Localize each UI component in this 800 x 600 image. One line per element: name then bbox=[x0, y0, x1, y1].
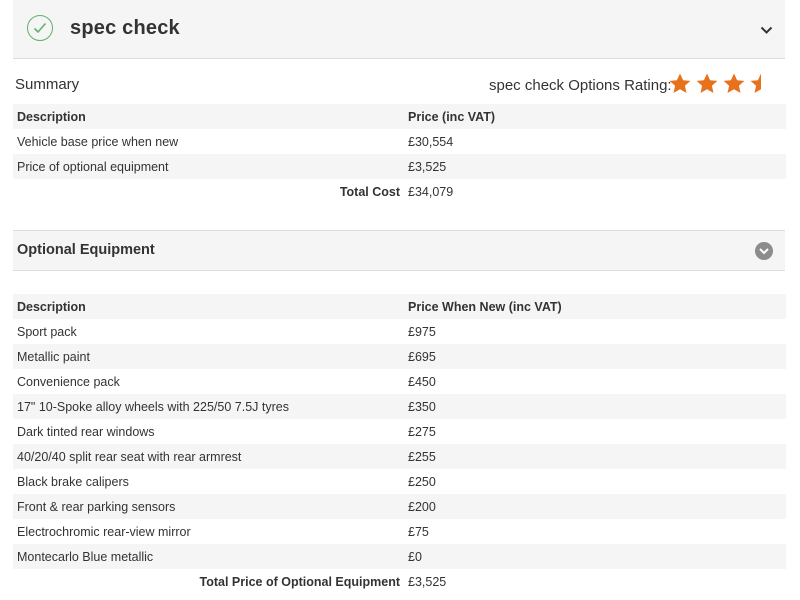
table-row: Sport pack £975 bbox=[13, 319, 786, 344]
table-row: Electrochromic rear-view mirror £75 bbox=[13, 519, 786, 544]
row-price: £75 bbox=[408, 524, 429, 539]
table-row: 17" 10-Spoke alloy wheels with 225/50 7.… bbox=[13, 394, 786, 419]
row-price: £250 bbox=[408, 474, 436, 489]
row-description: Front & rear parking sensors bbox=[13, 494, 404, 519]
table-row: Black brake calipers £250 bbox=[13, 469, 786, 494]
column-header-description: Description bbox=[13, 294, 404, 319]
row-description: Dark tinted rear windows bbox=[17, 424, 155, 439]
row-description: Montecarlo Blue metallic bbox=[13, 544, 404, 569]
row-description: Price of optional equipment bbox=[13, 154, 404, 179]
column-header-price: Price (inc VAT) bbox=[404, 104, 786, 129]
total-cost-value: £34,079 bbox=[408, 184, 454, 199]
star-rating bbox=[668, 72, 776, 98]
row-price: £200 bbox=[404, 494, 786, 519]
star-icon bbox=[723, 73, 745, 93]
row-description: Electrochromic rear-view mirror bbox=[17, 524, 191, 539]
chevron-down-icon[interactable] bbox=[760, 22, 773, 40]
summary-label: Summary bbox=[15, 76, 80, 93]
chevron-down-circle-icon[interactable] bbox=[755, 242, 773, 260]
rating-label: spec check Options Rating: bbox=[489, 77, 672, 94]
spec-check-header[interactable]: spec check bbox=[13, 0, 785, 59]
row-description: Convenience pack bbox=[17, 374, 120, 389]
row-price: £450 bbox=[408, 374, 436, 389]
table-row: Dark tinted rear windows £275 bbox=[13, 419, 786, 444]
optional-equipment-header[interactable]: Optional Equipment bbox=[13, 230, 785, 271]
total-optional-label: Total Price of Optional Equipment bbox=[199, 574, 400, 589]
table-row: Front & rear parking sensors £200 bbox=[13, 494, 786, 519]
table-row: Metallic paint £695 bbox=[13, 344, 786, 369]
row-description: 40/20/40 split rear seat with rear armre… bbox=[13, 444, 404, 469]
row-price: £255 bbox=[404, 444, 786, 469]
row-description: 17" 10-Spoke alloy wheels with 225/50 7.… bbox=[13, 394, 404, 419]
total-cost-label: Total Cost bbox=[339, 184, 400, 199]
table-row: Convenience pack £450 bbox=[13, 369, 786, 394]
row-price: £0 bbox=[404, 544, 786, 569]
optional-equipment-table: Description Price When New (inc VAT) Spo… bbox=[13, 294, 786, 594]
row-price: £695 bbox=[404, 344, 786, 369]
row-price: £3,525 bbox=[404, 154, 786, 179]
row-price: £350 bbox=[404, 394, 786, 419]
panel-title: spec check bbox=[70, 17, 180, 39]
table-row: 40/20/40 split rear seat with rear armre… bbox=[13, 444, 786, 469]
row-description: Vehicle base price when new bbox=[17, 134, 179, 149]
table-row: Montecarlo Blue metallic £0 bbox=[13, 544, 786, 569]
row-price: £275 bbox=[408, 424, 436, 439]
table-row: Vehicle base price when new £30,554 bbox=[13, 129, 786, 154]
star-icon bbox=[696, 73, 718, 93]
row-description: Metallic paint bbox=[13, 344, 404, 369]
row-description: Sport pack bbox=[17, 324, 77, 339]
summary-table: Description Price (inc VAT) Vehicle base… bbox=[13, 104, 786, 204]
optional-equipment-title: Optional Equipment bbox=[17, 242, 155, 258]
check-circle-icon bbox=[27, 15, 53, 41]
star-icon bbox=[750, 73, 761, 93]
total-optional-value: £3,525 bbox=[408, 574, 447, 589]
star-icon bbox=[669, 73, 691, 93]
column-header-price: Price When New (inc VAT) bbox=[404, 294, 786, 319]
row-price: £975 bbox=[408, 324, 436, 339]
column-header-description: Description bbox=[13, 104, 404, 129]
table-row: Price of optional equipment £3,525 bbox=[13, 154, 786, 179]
row-description: Black brake calipers bbox=[17, 474, 129, 489]
row-price: £30,554 bbox=[408, 134, 454, 149]
